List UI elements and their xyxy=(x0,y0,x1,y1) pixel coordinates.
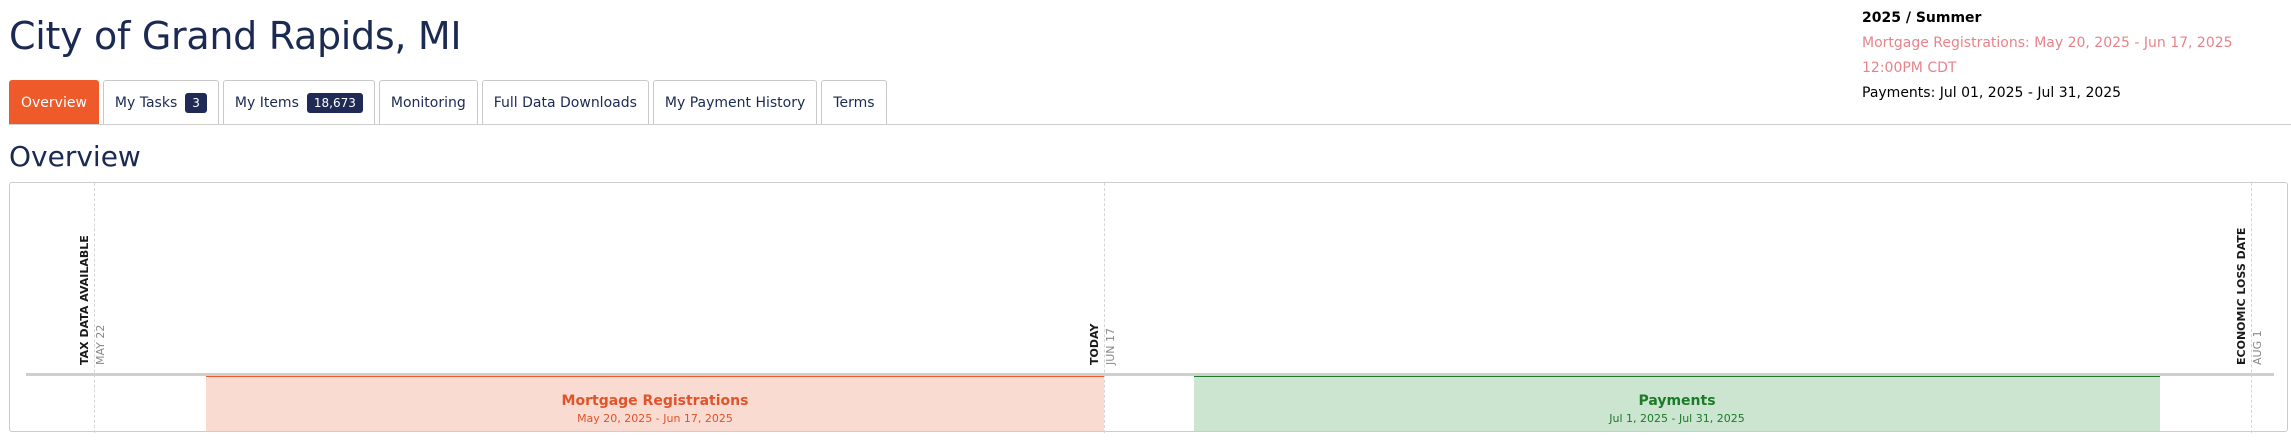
tab-my-items[interactable]: My Items 18,673 xyxy=(222,80,375,125)
tab-divider xyxy=(9,124,2291,125)
tab-terms[interactable]: Terms xyxy=(821,80,887,125)
count-badge: 3 xyxy=(185,93,207,113)
tab-full-data-downloads[interactable]: Full Data Downloads xyxy=(481,80,649,125)
tab-overview[interactable]: Overview xyxy=(9,80,99,125)
marker-line-economic-loss xyxy=(2251,183,2252,433)
count-badge: 18,673 xyxy=(306,93,363,113)
timeline-panel: Mortgage Registrations May 20, 2025 - Ju… xyxy=(9,182,2288,433)
season-mortgage-window: Mortgage Registrations: May 20, 2025 - J… xyxy=(1862,35,2233,76)
marker-date-today: JUN 17 xyxy=(1104,327,1117,365)
marker-label-economic-loss: ECONOMIC LOSS DATE xyxy=(2235,227,2248,365)
marker-date-tax-data: MAY 22 xyxy=(94,324,107,365)
band-name: Payments xyxy=(1638,393,1716,409)
tab-label: My Payment History xyxy=(664,95,806,111)
timeline-axis xyxy=(26,373,2274,376)
season-info: 2025 / Summer Mortgage Registrations: Ma… xyxy=(1862,6,2291,106)
tab-label: My Items xyxy=(234,95,299,111)
tab-my-payment-history[interactable]: My Payment History xyxy=(652,80,818,125)
tab-monitoring[interactable]: Monitoring xyxy=(378,80,478,125)
marker-label-tax-data: TAX DATA AVAILABLE xyxy=(78,235,91,365)
season-title: 2025 / Summer xyxy=(1862,10,1982,26)
tab-label: Overview xyxy=(21,95,87,111)
tab-label: Terms xyxy=(833,95,875,111)
band-dates: Jul 1, 2025 - Jul 31, 2025 xyxy=(1609,412,1745,425)
section-title: Overview xyxy=(9,140,141,173)
page-title: City of Grand Rapids, MI xyxy=(9,14,462,58)
payments-band: Payments Jul 1, 2025 - Jul 31, 2025 xyxy=(1194,373,2160,431)
season-payment-window: Payments: Jul 01, 2025 - Jul 31, 2025 xyxy=(1862,85,2122,101)
tab-label: My Tasks xyxy=(114,95,178,111)
band-dates: May 20, 2025 - Jun 17, 2025 xyxy=(577,412,733,425)
tab-label: Full Data Downloads xyxy=(493,95,637,111)
marker-line-today xyxy=(1104,183,1105,433)
marker-line-tax-data xyxy=(94,183,95,433)
band-name: Mortgage Registrations xyxy=(561,393,749,409)
tab-bar: Overview My Tasks 3 My Items 18,673 Moni… xyxy=(9,80,887,125)
marker-date-economic-loss: AUG 1 xyxy=(2251,330,2264,365)
mortgage-registrations-band: Mortgage Registrations May 20, 2025 - Ju… xyxy=(206,373,1104,431)
tab-label: Monitoring xyxy=(390,95,466,111)
tab-my-tasks[interactable]: My Tasks 3 xyxy=(102,80,219,125)
marker-label-today: TODAY xyxy=(1088,323,1101,365)
